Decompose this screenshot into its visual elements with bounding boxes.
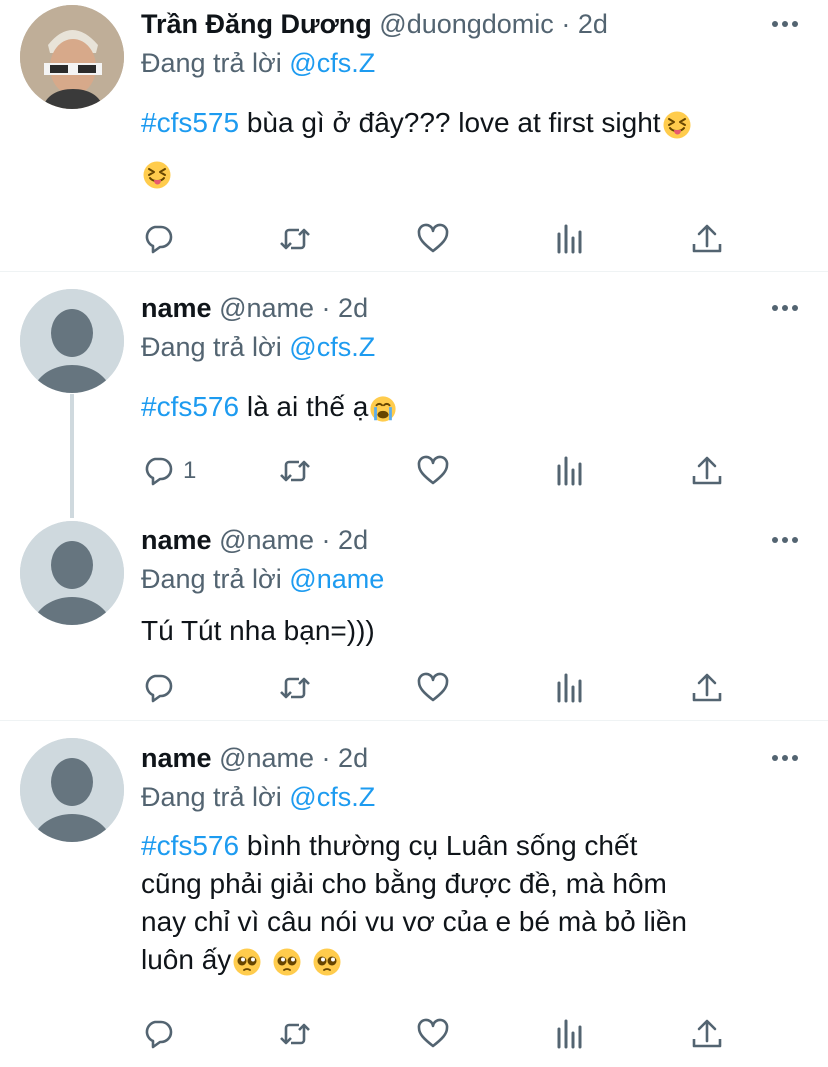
tweet[interactable]: name @name · 2d Đang trả lời @cfs.Z #cfs…	[0, 721, 828, 1067]
tweet-text: Tú Tút nha bạn=)))	[141, 612, 791, 650]
reply-count: 1	[183, 457, 197, 484]
like-icon[interactable]	[416, 1017, 450, 1051]
timestamp[interactable]: 2d	[338, 525, 368, 555]
more-icon[interactable]	[772, 755, 798, 763]
replying-to: Đang trả lời @cfs.Z	[141, 331, 375, 363]
tweet[interactable]: name @name · 2d Đang trả lời @cfs.Z #cfs…	[0, 272, 828, 504]
analytics-icon[interactable]	[553, 671, 587, 705]
tweet-actions	[141, 222, 741, 256]
retweet-icon[interactable]	[278, 454, 312, 488]
retweet-icon[interactable]	[278, 671, 312, 705]
tweet-line-4: luôn ấy	[141, 944, 232, 975]
replying-prefix: Đang trả lời	[141, 782, 282, 812]
separator-dot: ·	[561, 9, 571, 39]
tweet-actions: 1	[141, 454, 741, 488]
like-icon[interactable]	[416, 222, 450, 256]
like-icon[interactable]	[416, 671, 450, 705]
tweet-actions	[141, 671, 741, 705]
reply-icon[interactable]	[141, 454, 175, 488]
more-icon[interactable]	[772, 305, 798, 313]
share-icon[interactable]	[690, 222, 724, 256]
share-icon[interactable]	[690, 671, 724, 705]
replying-prefix: Đang trả lời	[141, 332, 282, 362]
timestamp[interactable]: 2d	[338, 743, 368, 773]
timestamp[interactable]: 2d	[338, 293, 368, 323]
separator-dot: ·	[321, 525, 331, 555]
author-name[interactable]: name	[141, 743, 212, 773]
replying-handle[interactable]: @name	[289, 564, 384, 594]
replying-prefix: Đang trả lời	[141, 564, 282, 594]
author-handle[interactable]: @name	[219, 743, 314, 773]
squinting-tongue-emoji	[662, 110, 692, 140]
replying-handle[interactable]: @cfs.Z	[289, 332, 375, 362]
pleading-face-emoji	[232, 947, 262, 977]
analytics-icon[interactable]	[553, 1017, 587, 1051]
avatar[interactable]	[20, 521, 124, 625]
author-handle[interactable]: @name	[219, 525, 314, 555]
hashtag[interactable]: #cfs576	[141, 391, 239, 422]
reply-icon[interactable]	[141, 671, 175, 705]
author-handle[interactable]: @duongdomic	[379, 9, 554, 39]
crying-emoji	[369, 395, 397, 423]
retweet-icon[interactable]	[278, 1017, 312, 1051]
replying-to: Đang trả lời @cfs.Z	[141, 47, 375, 79]
pleading-face-emoji	[312, 947, 342, 977]
analytics-icon[interactable]	[553, 222, 587, 256]
replying-handle[interactable]: @cfs.Z	[289, 48, 375, 78]
avatar[interactable]	[20, 289, 124, 393]
author-handle[interactable]: @name	[219, 293, 314, 323]
tweet-body: là ai thế ạ	[239, 391, 369, 422]
hashtag[interactable]: #cfs575	[141, 107, 239, 138]
replying-prefix: Đang trả lời	[141, 48, 282, 78]
replying-handle[interactable]: @cfs.Z	[289, 782, 375, 812]
share-icon[interactable]	[690, 1017, 724, 1051]
tweet[interactable]: Trần Đăng Dương @duongdomic · 2d Đang tr…	[0, 0, 828, 272]
avatar[interactable]	[20, 738, 124, 842]
timestamp[interactable]: 2d	[578, 9, 608, 39]
reply-icon[interactable]	[141, 222, 175, 256]
author-name[interactable]: Trần Đăng Dương	[141, 9, 372, 39]
tweet-line-3: nay chỉ vì câu nói vu vơ của e bé mà bỏ …	[141, 906, 687, 937]
author-name[interactable]: name	[141, 293, 212, 323]
more-icon[interactable]	[772, 537, 798, 545]
pleading-face-emoji	[272, 947, 302, 977]
tweet-text: #cfs575 bùa gì ở đây??? love at first si…	[141, 104, 791, 190]
like-icon[interactable]	[416, 454, 450, 488]
tweet-actions	[141, 1017, 741, 1051]
tweet-line-1: bình thường cụ Luân sống chết	[239, 830, 638, 861]
tweet[interactable]: name @name · 2d Đang trả lời @name Tú Tú…	[0, 504, 828, 720]
separator-dot: ·	[321, 743, 331, 773]
retweet-icon[interactable]	[278, 222, 312, 256]
tweet-line-2: cũng phải giải cho bằng được đề, mà hôm	[141, 868, 667, 899]
avatar[interactable]	[20, 5, 124, 109]
tweet-text: #cfs576 là ai thế ạ	[141, 388, 791, 426]
replying-to: Đang trả lời @cfs.Z	[141, 781, 375, 813]
analytics-icon[interactable]	[553, 454, 587, 488]
tweet-text: #cfs576 bình thường cụ Luân sống chết cũ…	[141, 827, 791, 979]
author-name[interactable]: name	[141, 525, 212, 555]
separator-dot: ·	[321, 293, 331, 323]
replying-to: Đang trả lời @name	[141, 563, 384, 595]
squinting-tongue-emoji	[142, 160, 172, 190]
tweet-body: bùa gì ở đây??? love at first sight	[239, 107, 661, 138]
hashtag[interactable]: #cfs576	[141, 830, 239, 861]
reply-icon[interactable]	[141, 1017, 175, 1051]
share-icon[interactable]	[690, 454, 724, 488]
more-icon[interactable]	[772, 21, 798, 29]
tweet-body: Tú Tút nha bạn=)))	[141, 615, 375, 646]
